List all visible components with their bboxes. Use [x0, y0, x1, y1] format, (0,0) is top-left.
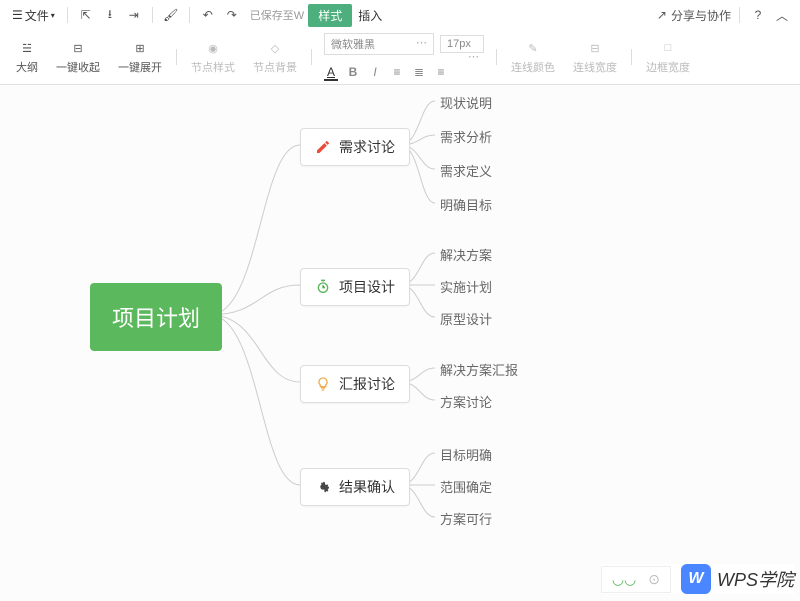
divider [176, 49, 177, 65]
wps-logo-icon: W [681, 564, 711, 594]
line-width-tool[interactable]: ⊟连线宽度 [565, 37, 625, 77]
bottom-bar: ◡◡ ⊙ W WPS学院 [601, 564, 794, 594]
divider [739, 7, 740, 23]
italic-icon[interactable]: I [368, 65, 382, 81]
leaf-node[interactable]: 明确目标 [440, 195, 492, 214]
branch-label: 汇报讨论 [339, 374, 395, 394]
border-width-tool[interactable]: □边框宽度 [638, 37, 698, 77]
undo-icon[interactable]: ↶ [198, 5, 218, 25]
format-painter-icon[interactable]: 🖌 [161, 5, 181, 25]
branch-node[interactable]: 汇报讨论 [300, 365, 410, 403]
divider [311, 49, 312, 65]
leaf-node[interactable]: 需求分析 [440, 127, 492, 146]
branch-label: 结果确认 [339, 477, 395, 497]
leaf-node[interactable]: 实施计划 [440, 277, 492, 296]
leaf-node[interactable]: 解决方案 [440, 245, 492, 264]
export-icon[interactable]: ⇱ [76, 5, 96, 25]
tab-insert[interactable]: 插入 [348, 4, 392, 27]
divider [496, 49, 497, 65]
outline-tool[interactable]: ☱大纲 [8, 37, 46, 77]
tab-style[interactable]: 样式 [308, 4, 352, 27]
root-node[interactable]: 项目计划 [90, 283, 222, 351]
leaf-node[interactable]: 方案可行 [440, 509, 492, 528]
help-icon[interactable]: ? [748, 5, 768, 25]
bold-icon[interactable]: B [346, 65, 360, 81]
leaf-node[interactable]: 解决方案汇报 [440, 360, 518, 379]
view-controls: ◡◡ ⊙ [601, 566, 671, 593]
divider [67, 7, 68, 23]
collapse-toolbar-icon[interactable]: ︿ [772, 5, 792, 25]
leaf-node[interactable]: 目标明确 [440, 445, 492, 464]
node-style-tool[interactable]: ◉节点样式 [183, 37, 243, 77]
leaf-node[interactable]: 方案讨论 [440, 392, 492, 411]
align-center-icon[interactable]: ≣ [412, 65, 426, 81]
save-status: 已保存至W [250, 7, 304, 23]
bulb-icon [315, 376, 331, 392]
align-right-icon[interactable]: ≡ [434, 65, 448, 81]
leaf-node[interactable]: 原型设计 [440, 309, 492, 328]
branch-label: 项目设计 [339, 277, 395, 297]
divider [189, 7, 190, 23]
mindmap-canvas[interactable]: 项目计划 需求讨论 项目设计 汇报讨论 结果确认 现状说明 需求分析 需求定义 … [0, 85, 800, 601]
wps-watermark: W WPS学院 [681, 564, 794, 594]
line-color-tool[interactable]: ✎连线颜色 [503, 37, 563, 77]
leaf-node[interactable]: 范围确定 [440, 477, 492, 496]
toolbar-tools-row: ☱大纲 ⊟一键收起 ⊞一键展开 ◉节点样式 ◇节点背景 微软雅黑 17px A … [0, 30, 800, 84]
redo-icon[interactable]: ↷ [222, 5, 242, 25]
pencil-icon [315, 139, 331, 155]
node-bg-tool[interactable]: ◇节点背景 [245, 37, 305, 77]
clock-icon [315, 279, 331, 295]
align-left-icon[interactable]: ≡ [390, 65, 404, 81]
divider [152, 7, 153, 23]
collapse-tool[interactable]: ⊟一键收起 [48, 37, 108, 77]
leaf-node[interactable]: 现状说明 [440, 93, 492, 112]
toolbar-top-row: ☰ 文件 ▾ ⇱ ⭳ ⇥ 🖌 ↶ ↷ 已保存至W 样式 插入 ↗ 分享与协作 ?… [0, 0, 800, 30]
branch-label: 需求讨论 [339, 137, 395, 157]
import-icon[interactable]: ⇥ [124, 5, 144, 25]
branch-node[interactable]: 需求讨论 [300, 128, 410, 166]
share-button[interactable]: ↗ 分享与协作 [657, 7, 731, 24]
toolbar: ☰ 文件 ▾ ⇱ ⭳ ⇥ 🖌 ↶ ↷ 已保存至W 样式 插入 ↗ 分享与协作 ?… [0, 0, 800, 85]
expand-tool[interactable]: ⊞一键展开 [110, 37, 170, 77]
font-family-select[interactable]: 微软雅黑 [324, 33, 434, 55]
file-menu[interactable]: ☰ 文件 ▾ [8, 5, 59, 26]
font-size-select[interactable]: 17px [440, 35, 484, 53]
eye-icon[interactable]: ◡◡ [612, 571, 636, 588]
divider [631, 49, 632, 65]
gear-icon [315, 479, 331, 495]
branch-node[interactable]: 结果确认 [300, 468, 410, 506]
text-color-icon[interactable]: A [324, 65, 338, 81]
download-icon[interactable]: ⭳ [100, 5, 120, 25]
leaf-node[interactable]: 需求定义 [440, 161, 492, 180]
branch-node[interactable]: 项目设计 [300, 268, 410, 306]
watermark-text: WPS学院 [717, 566, 794, 592]
target-icon[interactable]: ⊙ [648, 571, 660, 588]
